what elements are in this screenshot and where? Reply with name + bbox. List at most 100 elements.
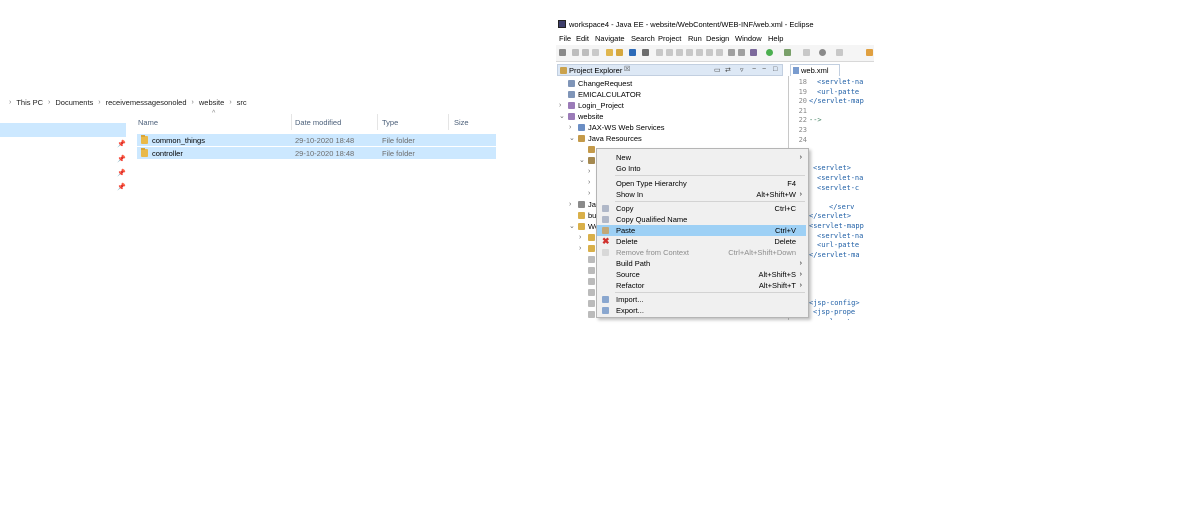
step-over-icon[interactable] [716, 49, 723, 56]
tree-item-login-project[interactable]: › Login_Project [559, 100, 624, 111]
chevron-right-icon[interactable]: › [98, 99, 100, 106]
external-tools-icon[interactable] [784, 49, 791, 56]
tree-item-java-resources[interactable]: ⌄ Java Resources [569, 133, 642, 144]
chevron-right-icon[interactable]: › [559, 100, 561, 111]
debug-icon[interactable] [750, 49, 757, 56]
close-icon[interactable]: ☒ [624, 65, 630, 73]
menu-item-copy[interactable]: Copy Ctrl+C [597, 203, 806, 214]
view-menu-icon[interactable]: ▿ [740, 66, 744, 74]
link-editor-icon[interactable]: ⇄ [725, 66, 731, 74]
chevron-down-icon[interactable]: ⌄ [569, 133, 575, 144]
menu-item-remove-from-context[interactable]: Remove from Context Ctrl+Alt+Shift+Down [597, 247, 806, 258]
menu-item-show-in[interactable]: Show In Alt+Shift+W › [597, 189, 806, 200]
save-all-icon[interactable] [582, 49, 589, 56]
menu-item-label: Paste [616, 226, 636, 235]
menu-item-paste[interactable]: Paste Ctrl+V [597, 225, 806, 236]
chevron-down-icon[interactable]: ⌄ [569, 221, 575, 232]
breadcrumb-documents[interactable]: Documents [55, 98, 93, 107]
menu-item-build-path[interactable]: Build Path › [597, 258, 806, 269]
collapse-all-icon[interactable]: ▭ [714, 66, 721, 74]
print-icon[interactable] [592, 49, 599, 56]
menu-edit[interactable]: Edit [576, 34, 589, 43]
breadcrumb-this-pc[interactable]: This PC [16, 98, 43, 107]
tree-item-changerequest[interactable]: ChangeRequest [568, 78, 632, 89]
run-icon[interactable] [766, 49, 773, 56]
new-icon[interactable] [559, 49, 566, 56]
step-into-icon[interactable] [706, 49, 713, 56]
menu-file[interactable]: File [559, 34, 571, 43]
column-name[interactable]: Name [138, 118, 158, 127]
window-title: workspace4 - Java EE - website/WebConten… [569, 20, 814, 29]
tree-item-build[interactable]: bui [578, 210, 598, 221]
menu-item-export[interactable]: Export... [597, 305, 806, 316]
chevron-right-icon[interactable]: › [579, 232, 581, 243]
debug-resume-icon[interactable] [676, 49, 683, 56]
package-icon[interactable] [616, 49, 623, 56]
debug-suspend-icon[interactable] [686, 49, 693, 56]
menu-item-label: Go Into [616, 164, 641, 173]
file-icon [588, 256, 595, 263]
chevron-right-icon[interactable]: › [48, 99, 50, 106]
search-icon[interactable] [728, 49, 735, 56]
tree-item-jax-ws[interactable]: › JAX-WS Web Services [569, 122, 665, 133]
open-folder-icon[interactable] [606, 49, 613, 56]
minimize-icon[interactable]: − [762, 66, 766, 73]
menu-window[interactable]: Window [735, 34, 762, 43]
chevron-right-icon[interactable]: › [588, 166, 590, 177]
save-icon[interactable] [572, 49, 579, 56]
menu-item-label: Refactor [616, 281, 645, 290]
perspective-icon[interactable] [836, 49, 843, 56]
file-row[interactable]: controller 29-10-2020 18:48 File folder [137, 147, 496, 159]
chevron-right-icon[interactable]: › [192, 99, 194, 106]
run-last-icon[interactable] [656, 49, 663, 56]
chevron-right-icon[interactable]: › [569, 199, 571, 210]
menu-item-new[interactable]: New › [597, 152, 806, 163]
menu-item-copy-qualified-name[interactable]: Copy Qualified Name [597, 214, 806, 225]
menu-search[interactable]: Search [631, 34, 655, 43]
breadcrumb-website[interactable]: website [199, 98, 224, 107]
settings-icon[interactable] [819, 49, 826, 56]
menu-item-go-into[interactable]: Go Into [597, 163, 806, 174]
tab-project-explorer[interactable]: Project Explorer ☒ ▭ ⇄ ▿ − − □ [557, 64, 783, 76]
chevron-right-icon[interactable]: › [569, 122, 571, 133]
tree-item-emicalculator[interactable]: EMICALCULATOR [568, 89, 641, 100]
breadcrumb-src[interactable]: src [237, 98, 247, 107]
nav-pane-selected-item[interactable] [0, 123, 126, 137]
menu-help[interactable]: Help [768, 34, 783, 43]
debug-terminate-icon[interactable] [696, 49, 703, 56]
new-server-icon[interactable] [803, 49, 810, 56]
menu-item-delete[interactable]: ✖ Delete Delete [597, 236, 806, 247]
column-type[interactable]: Type [382, 118, 398, 127]
tab-web-xml[interactable]: web.xml [790, 64, 840, 76]
open-type-icon[interactable] [738, 49, 745, 56]
tree-item-website[interactable]: ⌄ website [559, 111, 603, 122]
minimize-icon[interactable]: − [752, 66, 756, 73]
menu-item-source[interactable]: Source Alt+Shift+S › [597, 269, 806, 280]
column-divider[interactable] [291, 114, 292, 130]
overflow-icon[interactable] [866, 49, 873, 56]
pointer-icon[interactable] [642, 49, 649, 56]
menu-run[interactable]: Run [688, 34, 702, 43]
column-size[interactable]: Size [454, 118, 469, 127]
file-row[interactable]: common_things 29-10-2020 18:48 File fold… [137, 134, 496, 146]
chevron-right-icon[interactable]: › [579, 243, 581, 254]
menu-item-import[interactable]: Import... [597, 294, 806, 305]
maximize-icon[interactable]: □ [773, 66, 777, 73]
chevron-down-icon[interactable]: ⌄ [559, 111, 565, 122]
chevron-right-icon[interactable]: › [588, 177, 590, 188]
debug-step-icon[interactable] [666, 49, 673, 56]
menu-project[interactable]: Project [658, 34, 681, 43]
chevron-right-icon[interactable]: › [588, 188, 590, 199]
chevron-right-icon[interactable]: › [229, 99, 231, 106]
menu-item-refactor[interactable]: Refactor Alt+Shift+T › [597, 280, 806, 291]
menu-item-open-type-hierarchy[interactable]: Open Type Hierarchy F4 [597, 178, 806, 189]
menu-navigate[interactable]: Navigate [595, 34, 625, 43]
column-divider[interactable] [377, 114, 378, 130]
code-line: </servlet-map [809, 97, 864, 106]
terminal-icon[interactable] [629, 49, 636, 56]
chevron-down-icon[interactable]: ⌄ [579, 155, 585, 166]
breadcrumb-receivemessagesonoled[interactable]: receivemessagesonoled [106, 98, 187, 107]
menu-design[interactable]: Design [706, 34, 729, 43]
column-divider[interactable] [448, 114, 449, 130]
column-date-modified[interactable]: Date modified [295, 118, 341, 127]
